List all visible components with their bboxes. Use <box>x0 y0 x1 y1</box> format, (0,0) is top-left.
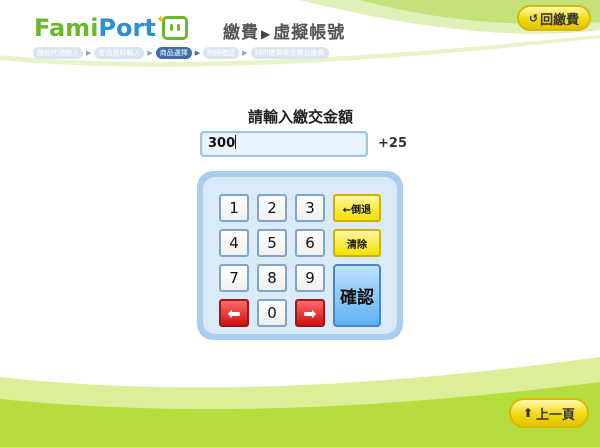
logo-text-fami: Fami <box>34 14 99 42</box>
key-8[interactable]: 8 <box>257 264 287 292</box>
up-arrow-icon: ⬆ <box>522 406 534 420</box>
breadcrumb-step-4: 明細確認 <box>203 47 240 59</box>
keypad-panel: 1 2 3 ←倒退 4 5 6 清除 7 8 9 確認 ⬅ 0 ➡ <box>203 177 397 334</box>
backspace-button[interactable]: ←倒退 <box>333 194 381 222</box>
return-icon: ↺ <box>528 11 539 25</box>
key-0[interactable]: 0 <box>257 299 287 327</box>
previous-page-button[interactable]: ⬆ 上一頁 <box>509 398 589 428</box>
clear-button[interactable]: 清除 <box>333 229 381 257</box>
key-7[interactable]: 7 <box>219 264 249 292</box>
key-4[interactable]: 4 <box>219 229 249 257</box>
numeric-keypad: 1 2 3 ←倒退 4 5 6 清除 7 8 9 確認 ⬅ 0 ➡ <box>197 171 403 340</box>
page-title: 繳費 ▶ 虛擬帳號 <box>223 18 345 43</box>
star-icon: ✦ <box>155 13 166 26</box>
breadcrumb-step-2: 會員資料輸入 <box>94 47 145 59</box>
confirm-button[interactable]: 確認 <box>333 264 381 327</box>
breadcrumb-arrow-icon: ▶ <box>242 49 248 57</box>
breadcrumb: 繳款代號輸入 ▶ 會員資料輸入 ▶ 商品選擇 ▶ 明細確認 ▶ 列印繳費單至櫃台… <box>33 47 329 59</box>
breadcrumb-step-1: 繳款代號輸入 <box>33 47 83 59</box>
breadcrumb-arrow-icon: ▶ <box>147 49 153 57</box>
key-3[interactable]: 3 <box>295 194 325 222</box>
breadcrumb-step-5: 列印繳費單至櫃台繳費 <box>250 47 329 59</box>
amount-input[interactable]: 300 <box>200 131 368 157</box>
back-to-payment-label: 回繳費 <box>540 12 580 28</box>
logo-face-icon: ✦ <box>156 13 188 40</box>
key-5[interactable]: 5 <box>257 229 287 257</box>
key-6[interactable]: 6 <box>295 229 325 257</box>
amount-prompt: 請輸入繳交金額 <box>248 108 354 126</box>
left-arrow-button[interactable]: ⬅ <box>219 299 249 327</box>
previous-page-label: 上一頁 <box>536 407 576 423</box>
famiport-logo: Fami Port ✦ <box>34 13 188 42</box>
page-title-category: 繳費 <box>223 23 259 43</box>
breadcrumb-step-3-active: 商品選擇 <box>155 47 192 59</box>
key-1[interactable]: 1 <box>219 194 249 222</box>
breadcrumb-arrow-icon: ▶ <box>86 49 92 57</box>
breadcrumb-arrow-icon: ▶ <box>194 49 201 57</box>
service-fee: +25 <box>378 136 407 151</box>
right-arrow-button[interactable]: ➡ <box>295 299 325 327</box>
logo-text-port: Port <box>98 14 156 42</box>
key-9[interactable]: 9 <box>295 264 325 292</box>
key-2[interactable]: 2 <box>257 194 287 222</box>
bottom-wave-decoration <box>0 357 600 447</box>
page-title-subcategory: 虛擬帳號 <box>273 23 346 43</box>
title-arrow-icon: ▶ <box>261 27 272 41</box>
back-to-payment-button[interactable]: ↺ 回繳費 <box>517 5 591 31</box>
